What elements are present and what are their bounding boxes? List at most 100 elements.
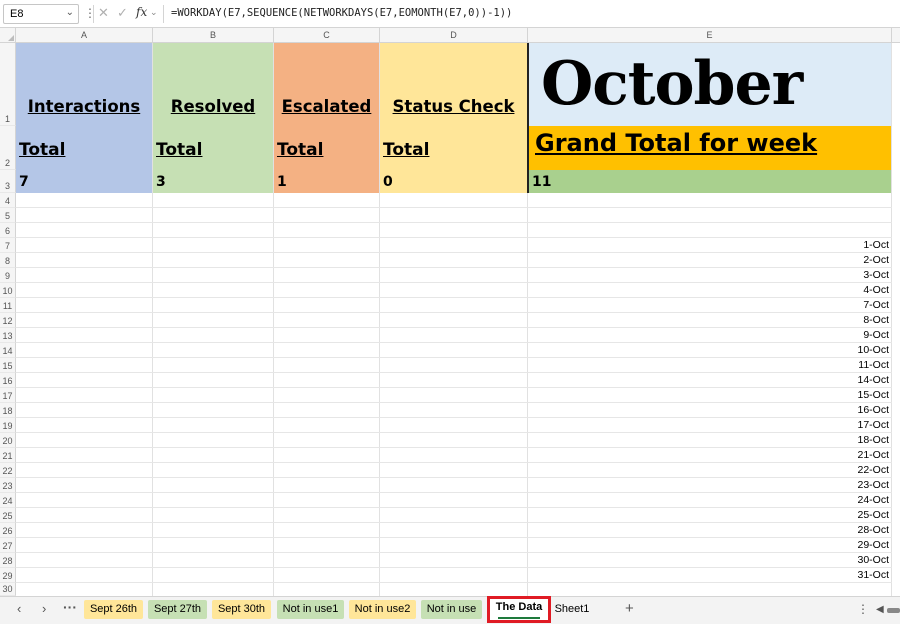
- cell-e3[interactable]: 11: [529, 170, 891, 193]
- cell-b3[interactable]: 3: [153, 170, 273, 193]
- more-vertical-icon[interactable]: ⋮: [84, 6, 96, 20]
- cell-c1-c3-block[interactable]: Escalated Total 1: [274, 43, 379, 193]
- column-header-b[interactable]: B: [153, 28, 274, 43]
- chevron-left-icon[interactable]: ‹: [17, 601, 21, 616]
- check-icon[interactable]: ✓: [117, 5, 128, 21]
- date-cell[interactable]: 1-Oct: [528, 238, 891, 253]
- row-header[interactable]: 1: [0, 43, 16, 126]
- row-header[interactable]: 9: [0, 268, 16, 283]
- row-header[interactable]: 4: [0, 193, 16, 208]
- cell-e1[interactable]: October: [529, 43, 891, 126]
- row-header[interactable]: 6: [0, 223, 16, 238]
- row-header[interactable]: 11: [0, 298, 16, 313]
- row-header[interactable]: 22: [0, 463, 16, 478]
- date-cell[interactable]: 22-Oct: [528, 463, 891, 478]
- date-cell[interactable]: 14-Oct: [528, 373, 891, 388]
- date-cell[interactable]: 31-Oct: [528, 568, 891, 583]
- scroll-left-icon[interactable]: ◀: [876, 604, 884, 615]
- row-header[interactable]: 20: [0, 433, 16, 448]
- date-cell[interactable]: 8-Oct: [528, 313, 891, 328]
- row-header[interactable]: 24: [0, 493, 16, 508]
- cell-d1-d3-block[interactable]: Status Check Total 0: [380, 43, 527, 193]
- row-header[interactable]: 12: [0, 313, 16, 328]
- horizontal-scrollbar[interactable]: [887, 608, 900, 613]
- tab-sept-26th[interactable]: Sept 26th: [84, 600, 143, 619]
- date-cell[interactable]: 25-Oct: [528, 508, 891, 523]
- row-header[interactable]: 29: [0, 568, 16, 583]
- plus-icon[interactable]: +: [625, 600, 634, 617]
- cell-c3[interactable]: 1: [274, 170, 379, 193]
- chevron-right-icon[interactable]: ›: [42, 601, 46, 616]
- row-header[interactable]: 8: [0, 253, 16, 268]
- row-header[interactable]: 5: [0, 208, 16, 223]
- header-escalated: Escalated: [281, 97, 372, 116]
- row-header[interactable]: 16: [0, 373, 16, 388]
- tab-not-in-use[interactable]: Not in use: [421, 600, 482, 619]
- date-cell[interactable]: 11-Oct: [528, 358, 891, 373]
- date-cell[interactable]: 17-Oct: [528, 418, 891, 433]
- date-cell[interactable]: 21-Oct: [528, 448, 891, 463]
- column-header-a[interactable]: A: [16, 28, 153, 43]
- date-cell[interactable]: 30-Oct: [528, 553, 891, 568]
- row-header[interactable]: 3: [0, 170, 16, 193]
- date-cell[interactable]: 7-Oct: [528, 298, 891, 313]
- cell-d2[interactable]: Total: [380, 126, 527, 170]
- date-cell[interactable]: 23-Oct: [528, 478, 891, 493]
- row-header[interactable]: 21: [0, 448, 16, 463]
- date-cell[interactable]: 15-Oct: [528, 388, 891, 403]
- select-all-corner[interactable]: [0, 28, 16, 43]
- date-cell[interactable]: 3-Oct: [528, 268, 891, 283]
- more-vertical-icon[interactable]: ⋮: [857, 602, 869, 616]
- cell-a3[interactable]: 7: [16, 170, 152, 193]
- tab-the-data[interactable]: The Data: [487, 596, 551, 623]
- cell-b1-b3-block[interactable]: Resolved Total 3: [153, 43, 273, 193]
- name-box[interactable]: E8 ⌄: [3, 4, 79, 24]
- row-header[interactable]: 23: [0, 478, 16, 493]
- column-header-f[interactable]: [892, 28, 900, 43]
- row-header[interactable]: 25: [0, 508, 16, 523]
- column-header-e[interactable]: E: [528, 28, 892, 43]
- column-header-d[interactable]: D: [380, 28, 528, 43]
- cell-a1-a3-block[interactable]: Interactions Total 7: [16, 43, 152, 193]
- row-header[interactable]: 27: [0, 538, 16, 553]
- date-cell[interactable]: 16-Oct: [528, 403, 891, 418]
- date-cell[interactable]: 10-Oct: [528, 343, 891, 358]
- cell-d3[interactable]: 0: [380, 170, 527, 193]
- date-cell[interactable]: 4-Oct: [528, 283, 891, 298]
- formula-input[interactable]: =WORKDAY(E7,SEQUENCE(NETWORKDAYS(E7,EOMO…: [171, 7, 512, 19]
- tab-sept-27th[interactable]: Sept 27th: [148, 600, 207, 619]
- date-cell[interactable]: 29-Oct: [528, 538, 891, 553]
- chevron-down-icon[interactable]: ⌄: [66, 7, 74, 18]
- row-header[interactable]: 7: [0, 238, 16, 253]
- cell-c2[interactable]: Total: [274, 126, 379, 170]
- date-cell[interactable]: 2-Oct: [528, 253, 891, 268]
- row-header[interactable]: 17: [0, 388, 16, 403]
- date-cell[interactable]: 18-Oct: [528, 433, 891, 448]
- more-horizontal-icon[interactable]: ···: [63, 599, 77, 615]
- column-header-c[interactable]: C: [274, 28, 380, 43]
- tab-sheet1[interactable]: Sheet1: [553, 600, 591, 619]
- row-header[interactable]: 19: [0, 418, 16, 433]
- cell-e2[interactable]: Grand Total for week: [529, 126, 891, 170]
- date-cell[interactable]: 24-Oct: [528, 493, 891, 508]
- row-header[interactable]: 28: [0, 553, 16, 568]
- cancel-icon[interactable]: ✕: [98, 5, 109, 21]
- row-header[interactable]: 30: [0, 583, 16, 596]
- cell-b2[interactable]: Total: [153, 126, 273, 170]
- tab-not-in-use1[interactable]: Not in use1: [277, 600, 344, 619]
- tab-sept-30th[interactable]: Sept 30th: [212, 600, 271, 619]
- row-header[interactable]: 2: [0, 126, 16, 170]
- row-header[interactable]: 18: [0, 403, 16, 418]
- function-icon[interactable]: fx: [136, 5, 147, 19]
- row-header[interactable]: 26: [0, 523, 16, 538]
- row-header[interactable]: 15: [0, 358, 16, 373]
- row-header[interactable]: 10: [0, 283, 16, 298]
- cell-a2[interactable]: Total: [16, 126, 152, 170]
- date-cell[interactable]: 28-Oct: [528, 523, 891, 538]
- chevron-down-icon[interactable]: ⌄: [150, 7, 158, 18]
- header-resolved: Resolved: [170, 97, 256, 116]
- row-header[interactable]: 14: [0, 343, 16, 358]
- row-header[interactable]: 13: [0, 328, 16, 343]
- tab-not-in-use2[interactable]: Not in use2: [349, 600, 416, 619]
- date-cell[interactable]: 9-Oct: [528, 328, 891, 343]
